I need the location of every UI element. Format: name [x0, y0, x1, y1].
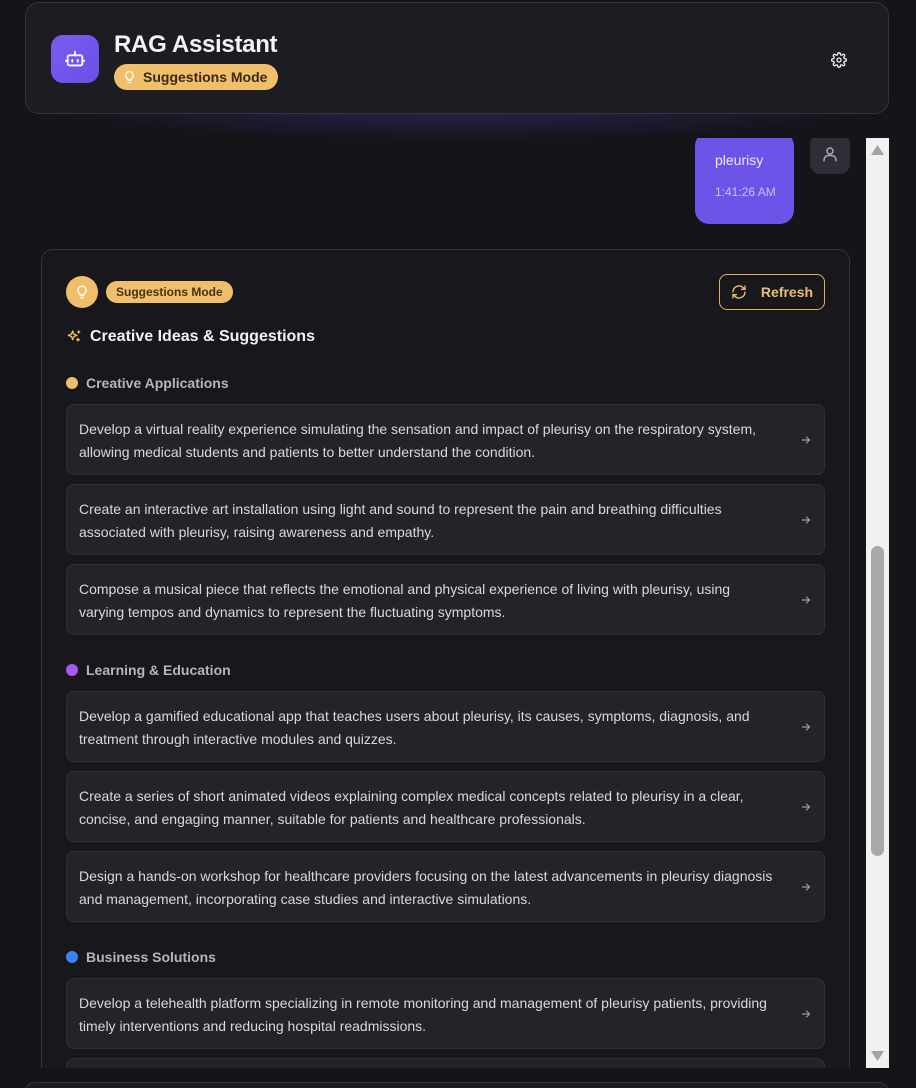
category-dot	[66, 664, 78, 676]
arrow-right-icon	[801, 883, 811, 891]
lightbulb-icon	[125, 70, 134, 84]
user-message-bubble: pleurisy 1:41:26 AM	[695, 138, 794, 224]
suggestion-item[interactable]: Develop a gamified educational app that …	[66, 691, 825, 762]
category-label-text: Creative Applications	[86, 375, 229, 391]
category-label-text: Business Solutions	[86, 949, 216, 965]
lightbulb-icon	[66, 276, 98, 308]
arrow-right-icon	[801, 803, 811, 811]
category-dot	[66, 377, 78, 389]
suggestion-text: Develop a gamified educational app that …	[79, 708, 750, 747]
refresh-label: Refresh	[760, 284, 814, 300]
category-label: Business Solutions	[66, 949, 216, 965]
settings-button[interactable]	[828, 49, 850, 71]
suggestion-text: Design a hands-on workshop for healthcar…	[79, 868, 773, 907]
scroll-down-icon[interactable]	[870, 1050, 885, 1062]
section-heading: Creative Ideas & Suggestions	[66, 328, 315, 346]
chat-area[interactable]: pleurisy 1:41:26 AM Suggestions Mode Ref…	[0, 138, 866, 1068]
category-label: Creative Applications	[66, 375, 229, 391]
suggestion-text: Develop a telehealth platform specializi…	[79, 995, 767, 1034]
bot-icon	[51, 35, 99, 83]
suggestion-item[interactable]: Create an interactive art installation u…	[66, 484, 825, 555]
suggestion-item[interactable]: Develop a virtual reality experience sim…	[66, 404, 825, 475]
input-bar	[25, 1082, 889, 1088]
user-icon	[823, 147, 837, 162]
section-heading-text: Creative Ideas & Suggestions	[90, 328, 315, 345]
suggestion-text: Develop a virtual reality experience sim…	[79, 421, 756, 460]
arrow-right-icon	[801, 723, 811, 731]
app-title: RAG Assistant	[114, 31, 278, 58]
sparkles-icon	[67, 330, 81, 342]
suggestions-card: Suggestions Mode Refresh Creative Ideas …	[41, 249, 850, 1068]
suggestion-text: Create an interactive art installation u…	[79, 501, 722, 540]
category-label-text: Learning & Education	[86, 662, 231, 678]
category-label: Learning & Education	[66, 662, 231, 678]
suggestion-text: Compose a musical piece that reflects th…	[79, 581, 731, 620]
scroll-thumb[interactable]	[871, 546, 884, 856]
arrow-right-icon	[801, 516, 811, 524]
arrow-right-icon	[801, 1010, 811, 1018]
mode-badge: Suggestions Mode	[114, 64, 279, 90]
arrow-right-icon	[801, 436, 811, 444]
app-header: RAG Assistant Suggestions Mode	[25, 2, 889, 114]
suggestion-item[interactable]: Design a hands-on workshop for healthcar…	[66, 851, 825, 922]
gear-icon	[831, 52, 847, 68]
refresh-icon	[732, 285, 746, 299]
user-message-time: 1:41:26 AM	[715, 185, 776, 199]
user-avatar	[810, 138, 850, 174]
suggestion-item[interactable]: Create a series of short animated videos…	[66, 771, 825, 842]
suggestion-text: Create a series of short animated videos…	[79, 788, 744, 827]
mode-badge-label: Suggestions Mode	[143, 69, 268, 85]
refresh-button[interactable]: Refresh	[719, 274, 825, 310]
suggestion-item[interactable]: Compose a musical piece that reflects th…	[66, 564, 825, 635]
arrow-right-icon	[801, 596, 811, 604]
suggestion-item[interactable]: Develop a telehealth platform specializi…	[66, 978, 825, 1049]
scrollbar[interactable]	[866, 138, 889, 1068]
card-mode-badge: Suggestions Mode	[106, 281, 233, 303]
user-message-text: pleurisy	[715, 152, 764, 168]
scroll-up-icon[interactable]	[870, 144, 885, 156]
category-dot	[66, 951, 78, 963]
suggestion-item[interactable]	[66, 1058, 825, 1068]
